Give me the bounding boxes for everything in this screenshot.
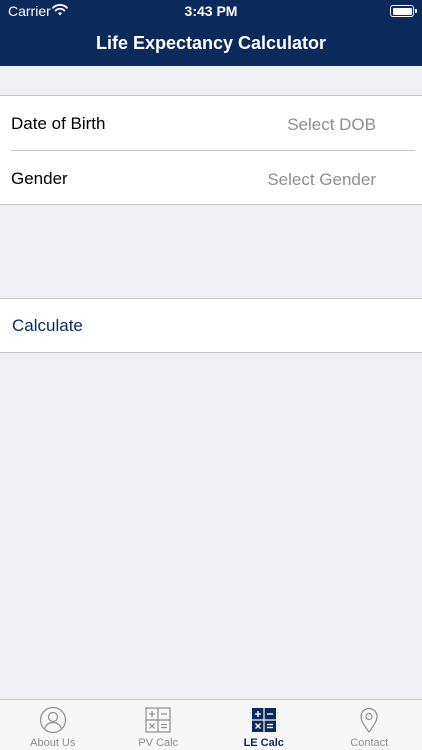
status-time: 3:43 PM — [184, 3, 238, 19]
map-pin-icon — [355, 706, 383, 734]
tab-pv-calc[interactable]: PV Calc — [106, 700, 212, 750]
dob-label: Date of Birth — [11, 114, 106, 133]
tab-bar: About Us PV Calc LE Calc Contact — [0, 699, 422, 750]
battery-icon — [390, 5, 417, 17]
person-circle-icon — [39, 706, 67, 734]
tab-le-calc[interactable]: LE Calc — [211, 700, 317, 750]
gender-selector[interactable]: Select Gender — [267, 170, 376, 190]
dob-selector[interactable]: Select DOB — [287, 115, 376, 135]
calculator-icon — [250, 706, 278, 734]
dob-row[interactable]: Date of Birth Select DOB — [0, 96, 422, 150]
calculator-icon — [144, 706, 172, 734]
tab-label: Contact — [350, 737, 389, 749]
status-bar: Carrier 3:43 PM — [0, 0, 422, 22]
calculate-button[interactable]: Calculate — [12, 316, 83, 336]
gender-label: Gender — [11, 169, 68, 188]
page-title: Life Expectancy Calculator — [95, 33, 327, 53]
tab-label: About Us — [30, 737, 76, 749]
action-group: Calculate — [0, 298, 422, 353]
input-form-group: Date of Birth Select DOB Gender Select G… — [0, 95, 422, 205]
gender-row[interactable]: Gender Select Gender — [0, 151, 422, 205]
tab-label: LE Calc — [243, 737, 284, 749]
tab-label: PV Calc — [138, 737, 179, 749]
navigation-bar: Life Expectancy Calculator — [0, 22, 422, 66]
tab-contact[interactable]: Contact — [317, 700, 422, 750]
tab-about-us[interactable]: About Us — [0, 700, 106, 750]
